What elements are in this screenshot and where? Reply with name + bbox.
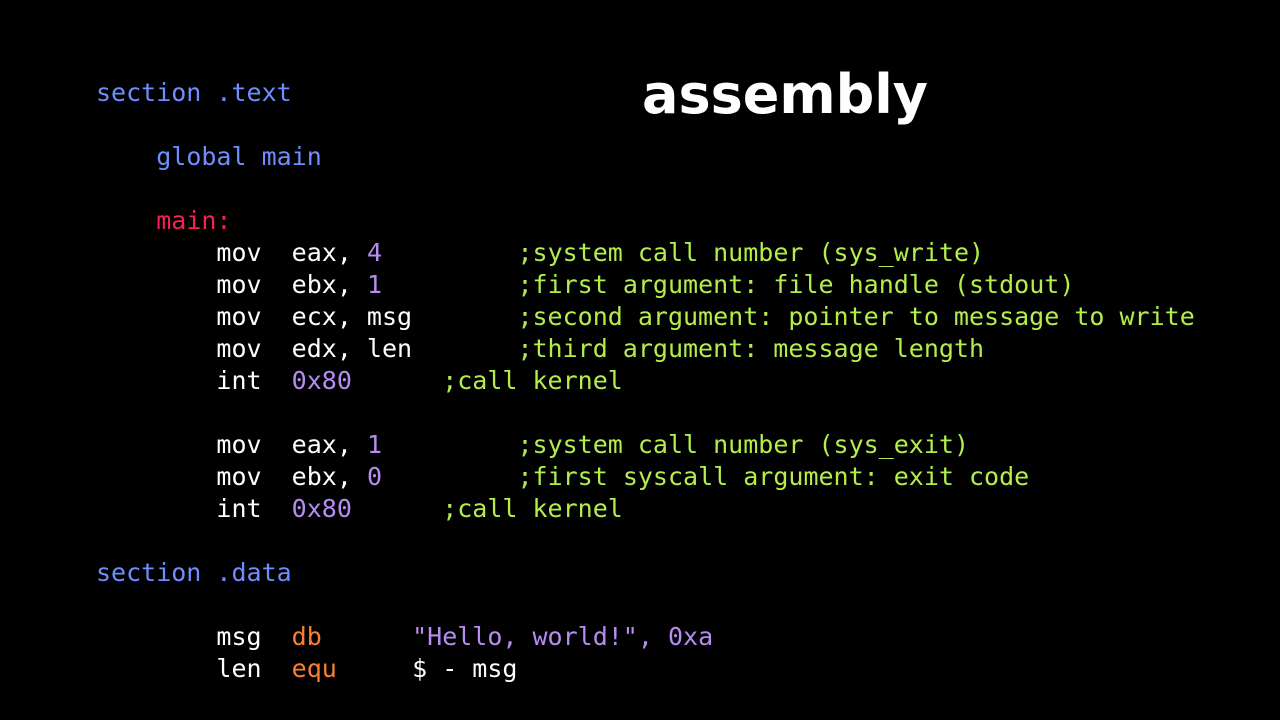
code-token-directive: section .data	[96, 558, 292, 587]
line-mov-edx-len: mov edx, len ;third argument: message le…	[96, 333, 1195, 365]
code-block: section .text global main main: mov eax,…	[96, 77, 1195, 685]
line-global-main: global main	[96, 141, 1195, 173]
code-token-pseudo: db	[291, 622, 322, 651]
line-mov-ebx-0: mov ebx, 0 ;first syscall argument: exit…	[96, 461, 1195, 493]
line-mov-ebx-1: mov ebx, 1 ;first argument: file handle …	[96, 269, 1195, 301]
line-mov-eax-4: mov eax, 4 ;system call number (sys_writ…	[96, 237, 1195, 269]
line-blank-2	[96, 173, 1195, 205]
code-token-plain: mov ebx,	[96, 270, 367, 299]
code-token-comment: ;first argument: file handle (stdout)	[517, 270, 1075, 299]
code-token-str: "Hello, world!", 0xa	[412, 622, 714, 651]
code-token-num: 1	[366, 270, 382, 299]
line-blank-1	[96, 109, 1195, 141]
code-token-comment: ;third argument: message length	[517, 334, 985, 363]
code-token-plain: int	[96, 494, 292, 523]
code-token-comment: ;system call number (sys_exit)	[517, 430, 970, 459]
code-token-comment: ;system call number (sys_write)	[517, 238, 985, 267]
code-token-num: 1	[366, 430, 382, 459]
line-int-80-a: int 0x80 ;call kernel	[96, 365, 1195, 397]
line-blank-4	[96, 525, 1195, 557]
line-msg-db: msg db "Hello, world!", 0xa	[96, 621, 1195, 653]
code-token-directive: section .text	[96, 78, 292, 107]
line-mov-eax-1: mov eax, 1 ;system call number (sys_exit…	[96, 429, 1195, 461]
code-token-num: 0	[366, 462, 382, 491]
code-token-num: 0x80	[291, 366, 352, 395]
code-token-plain: mov ecx, msg	[96, 302, 518, 331]
code-token-num: 4	[366, 238, 382, 267]
code-token-num: 0x80	[291, 494, 352, 523]
code-token-comment: ;first syscall argument: exit code	[517, 462, 1030, 491]
code-token-comment: ;second argument: pointer to message to …	[517, 302, 1195, 331]
line-section-data: section .data	[96, 557, 1195, 589]
line-mov-ecx-msg: mov ecx, msg ;second argument: pointer t…	[96, 301, 1195, 333]
code-token-plain: $ - msg	[412, 654, 518, 683]
code-token-plain: mov edx, len	[96, 334, 518, 363]
code-token-plain: mov ebx,	[96, 462, 367, 491]
code-token-plain: len	[96, 654, 292, 683]
code-token-plain: msg	[96, 622, 292, 651]
line-section-text: section .text	[96, 77, 1195, 109]
code-token-comment: ;call kernel	[442, 494, 623, 523]
line-blank-5	[96, 589, 1195, 621]
code-token-label: main:	[156, 206, 232, 235]
code-token-plain: mov eax,	[96, 430, 367, 459]
line-len-equ: len equ $ - msg	[96, 653, 1195, 685]
code-token-pseudo: equ	[291, 654, 337, 683]
line-int-80-b: int 0x80 ;call kernel	[96, 493, 1195, 525]
code-token-comment: ;call kernel	[442, 366, 623, 395]
code-token-directive: global main	[156, 142, 322, 171]
line-label-main: main:	[96, 205, 1195, 237]
code-token-plain: int	[96, 366, 292, 395]
line-blank-3	[96, 397, 1195, 429]
code-token-plain: mov eax,	[96, 238, 367, 267]
